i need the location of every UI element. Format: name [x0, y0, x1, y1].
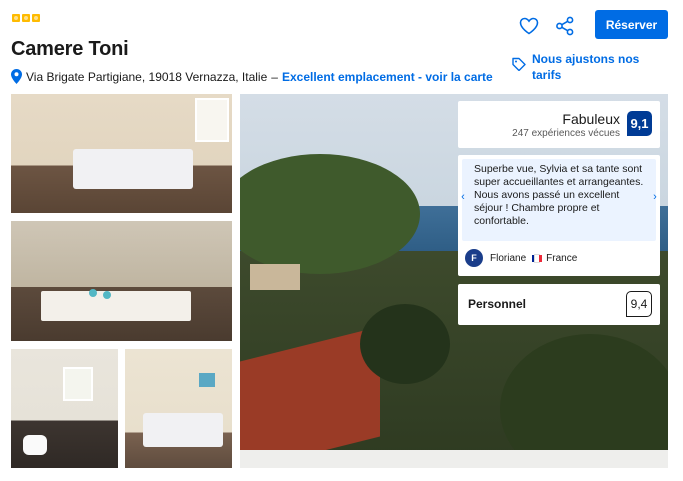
review-card: Superbe vue, Sylvia et sa tante sont sup…	[458, 155, 660, 276]
category-score: 9,4	[626, 291, 652, 317]
category-label: Personnel	[468, 297, 527, 311]
hotel-name: Camere Toni	[11, 38, 129, 60]
chevron-right-icon: ›	[653, 191, 657, 203]
reviewer-country: France	[546, 252, 578, 264]
favorite-button[interactable]	[516, 13, 542, 39]
photo-bathroom[interactable]	[11, 349, 118, 468]
cup-shape	[89, 289, 97, 297]
railing-shape	[240, 450, 668, 468]
france-flag-icon	[532, 253, 543, 263]
price-match-link[interactable]: Nous ajustons nos tarifs	[512, 51, 652, 83]
star-rating	[12, 14, 40, 22]
category-score-card: Personnel 9,4	[458, 284, 660, 325]
photo-sea-view[interactable]	[240, 94, 668, 468]
avatar: F	[465, 249, 483, 267]
address-text: Via Brigate Partigiane, 19018 Vernazza, …	[26, 69, 268, 84]
review-count: 247 expériences vécues	[512, 128, 620, 139]
painting-shape	[199, 373, 215, 387]
next-review-button[interactable]: ›	[650, 190, 660, 204]
reserve-button[interactable]: Réserver	[595, 10, 668, 39]
window-shape	[63, 367, 93, 401]
review-quote: Superbe vue, Sylvia et sa tante sont sup…	[462, 159, 656, 241]
star-icon	[12, 14, 20, 22]
reviewer: F Floriane France	[465, 249, 577, 267]
roof-shape	[240, 326, 380, 468]
toilet-shape	[23, 435, 47, 455]
map-pin-icon	[11, 69, 22, 84]
share-button[interactable]	[552, 13, 578, 39]
chevron-left-icon: ‹	[461, 191, 465, 203]
table-shape	[41, 291, 191, 321]
separator: –	[271, 69, 278, 84]
prev-review-button[interactable]: ‹	[458, 190, 468, 204]
photo-bedroom-2[interactable]	[125, 349, 232, 468]
photo-bedroom[interactable]	[11, 94, 232, 213]
bed-shape	[73, 149, 193, 189]
photo-living-room[interactable]	[11, 221, 232, 341]
rating-label: Fabuleux	[562, 111, 620, 127]
share-icon	[556, 16, 574, 36]
address-line: Via Brigate Partigiane, 19018 Vernazza, …	[11, 69, 493, 84]
review-score-card[interactable]: Fabuleux 247 expériences vécues 9,1	[458, 101, 660, 148]
star-icon	[32, 14, 40, 22]
price-tag-icon	[512, 57, 526, 83]
reviewer-name: Floriane	[490, 252, 527, 264]
house-shape	[250, 264, 300, 290]
price-match-text: Nous ajustons nos tarifs	[532, 52, 640, 82]
star-icon	[22, 14, 30, 22]
heart-icon	[519, 17, 539, 35]
window-shape	[195, 98, 229, 142]
bed-shape	[143, 413, 223, 447]
tree-shape	[500, 334, 668, 468]
show-map-link[interactable]: Excellent emplacement - voir la carte	[282, 70, 493, 84]
score-badge: 9,1	[627, 111, 652, 136]
review-text: Superbe vue, Sylvia et sa tante sont sup…	[474, 163, 644, 227]
tree-shape	[360, 304, 450, 384]
cup-shape	[103, 291, 111, 299]
hillside-shape	[240, 154, 420, 274]
